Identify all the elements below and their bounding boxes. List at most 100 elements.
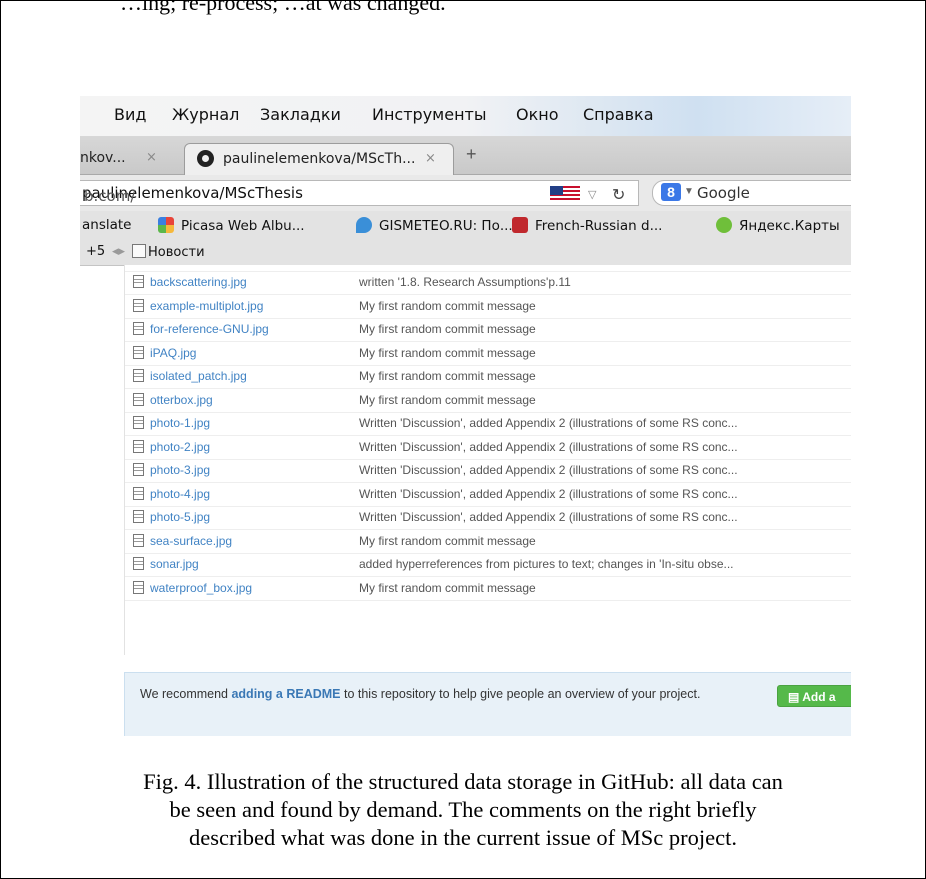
file-link[interactable]: backscattering.jpg bbox=[133, 275, 247, 289]
commit-message[interactable]: Written 'Discussion', added Appendix 2 (… bbox=[359, 440, 738, 454]
file-icon bbox=[133, 322, 144, 335]
bookmark-label: GISMETEO.RU: По... bbox=[379, 218, 513, 234]
file-name: photo-3.jpg bbox=[150, 463, 211, 477]
file-icon bbox=[133, 416, 144, 429]
menu-item-tools[interactable]: Инструменты bbox=[372, 105, 487, 124]
table-row: iPAQ.jpg My first random commit message bbox=[125, 342, 851, 366]
table-row: for-reference-GNU.jpg My first random com… bbox=[125, 318, 851, 342]
file-link[interactable]: otterbox.jpg bbox=[133, 392, 213, 407]
menu-item-help[interactable]: Справка bbox=[583, 105, 654, 124]
file-link[interactable]: isolated_patch.jpg bbox=[133, 369, 247, 383]
menu-item-view[interactable]: Вид bbox=[114, 105, 146, 124]
figure-caption: Fig. 4. Illustration of the structured d… bbox=[0, 768, 926, 852]
separator-icon: ◂▸ bbox=[112, 244, 126, 259]
menu-bar: Вид Журнал Закладки Инструменты Окно Спр… bbox=[80, 96, 851, 136]
file-icon bbox=[133, 392, 144, 406]
commit-message[interactable]: Written 'Discussion', added Appendix 2 (… bbox=[359, 416, 738, 430]
more-bookmarks[interactable]: +5 bbox=[86, 244, 105, 259]
file-link[interactable]: iPAQ.jpg bbox=[133, 345, 197, 360]
file-icon bbox=[133, 533, 144, 547]
bookmark-gismeteo[interactable]: GISMETEO.RU: По... bbox=[356, 217, 513, 234]
file-name: backscattering.jpg bbox=[150, 275, 247, 289]
file-link[interactable]: sea-surface.jpg bbox=[133, 533, 232, 548]
file-link[interactable]: photo-2.jpg bbox=[133, 439, 211, 454]
commit-message[interactable]: My first random commit message bbox=[359, 581, 536, 595]
caption-line: Fig. 4. Illustration of the structured d… bbox=[143, 769, 783, 794]
table-row-partial bbox=[125, 248, 851, 272]
file-icon bbox=[133, 275, 144, 288]
file-name: iPAQ.jpg bbox=[150, 345, 197, 360]
table-row: waterproof_box.jpg My first random commit… bbox=[125, 577, 851, 601]
book-icon bbox=[512, 217, 528, 233]
tab-label: paulinelemenkova/MScTh... bbox=[223, 151, 416, 167]
table-row: photo-4.jpg Written 'Discussion', added A… bbox=[125, 483, 851, 507]
table-row: sea-surface.jpg My first random commit me… bbox=[125, 530, 851, 554]
tab-previous[interactable]: nkov... × bbox=[80, 143, 180, 174]
table-row: photo-1.jpg Written 'Discussion', added A… bbox=[125, 412, 851, 436]
map-icon bbox=[716, 217, 732, 233]
file-link[interactable]: sonar.jpg bbox=[133, 557, 199, 571]
menu-item-bookmarks[interactable]: Закладки bbox=[260, 105, 341, 124]
file-icon bbox=[133, 369, 144, 382]
us-flag-icon[interactable] bbox=[550, 186, 580, 201]
readme-text-after: to this repository to help give people a… bbox=[340, 687, 701, 701]
commit-message[interactable]: Written 'Discussion', added Appendix 2 (… bbox=[359, 487, 738, 501]
file-link[interactable]: photo-1.jpg bbox=[133, 416, 210, 430]
file-link[interactable]: photo-3.jpg bbox=[133, 463, 210, 477]
file-name: for-reference-GNU.jpg bbox=[150, 322, 269, 336]
file-icon bbox=[133, 439, 144, 453]
github-icon bbox=[197, 150, 214, 167]
file-name: sonar.jpg bbox=[150, 557, 199, 571]
commit-message[interactable]: My first random commit message bbox=[359, 534, 536, 548]
new-tab-button[interactable]: + bbox=[466, 144, 477, 165]
url-field[interactable]: b.com/paulinelemenkova/MScThesis ▽ ↻ bbox=[80, 180, 639, 206]
add-readme-button[interactable]: ▤ Add a bbox=[777, 685, 851, 707]
commit-message[interactable]: My first random commit message bbox=[359, 393, 536, 407]
url-text: b.com/paulinelemenkova/MScThesis bbox=[82, 184, 303, 205]
tab-bar: nkov... × paulinelemenkova/MScTh... × + bbox=[80, 136, 851, 175]
bookmark-french-russian[interactable]: French-Russian d... bbox=[512, 217, 662, 234]
table-row: backscattering.jpg written '1.8. Research… bbox=[125, 271, 851, 295]
browser-screenshot: Вид Журнал Закладки Инструменты Окно Спр… bbox=[80, 96, 851, 736]
commit-message[interactable]: Written 'Discussion', added Appendix 2 (… bbox=[359, 510, 738, 524]
bookmark-picasa[interactable]: Picasa Web Albu... bbox=[158, 217, 305, 234]
commit-message[interactable]: My first random commit message bbox=[359, 299, 536, 313]
file-name: photo-5.jpg bbox=[150, 510, 211, 524]
readme-banner: We recommend adding a README to this rep… bbox=[124, 672, 851, 736]
file-link[interactable]: photo-4.jpg bbox=[133, 486, 210, 501]
table-row: example-multiplot.jpg My first random com… bbox=[125, 295, 851, 319]
file-icon bbox=[133, 463, 144, 476]
file-icon bbox=[133, 345, 144, 359]
reload-icon[interactable]: ↻ bbox=[612, 185, 625, 204]
file-name: photo-2.jpg bbox=[150, 439, 211, 454]
file-link[interactable]: for-reference-GNU.jpg bbox=[133, 322, 269, 336]
menu-item-window[interactable]: Окно bbox=[516, 105, 559, 124]
add-readme-link[interactable]: adding a README bbox=[231, 687, 340, 701]
tab-active[interactable]: paulinelemenkova/MScTh... × bbox=[184, 143, 454, 175]
google-icon[interactable]: 8 bbox=[661, 183, 681, 201]
bookmark-translate[interactable]: anslate bbox=[82, 217, 132, 233]
chevron-down-icon[interactable]: ▽ bbox=[588, 188, 596, 201]
commit-message[interactable]: written '1.8. Research Assumptions'p.11 bbox=[359, 275, 571, 289]
close-icon[interactable]: × bbox=[146, 150, 157, 165]
navigation-bar: b.com/paulinelemenkova/MScThesis ▽ ↻ 8 ▼… bbox=[80, 175, 851, 211]
table-row: otterbox.jpg My first random commit messa… bbox=[125, 389, 851, 413]
close-icon[interactable]: × bbox=[425, 151, 436, 166]
file-name: photo-1.jpg bbox=[150, 416, 211, 430]
bookmarks-bar: anslate Picasa Web Albu... GISMETEO.RU: … bbox=[80, 211, 851, 241]
file-link[interactable]: waterproof_box.jpg bbox=[133, 580, 252, 595]
bookmark-yandex-maps[interactable]: Яндекс.Карты bbox=[716, 217, 840, 234]
file-link[interactable]: example-multiplot.jpg bbox=[133, 298, 263, 313]
commit-message[interactable]: added hyperreferences from pictures to t… bbox=[359, 557, 734, 571]
file-icon bbox=[133, 510, 144, 523]
commit-message[interactable]: My first random commit message bbox=[359, 322, 536, 336]
file-link[interactable]: photo-5.jpg bbox=[133, 510, 210, 524]
commit-message[interactable]: My first random commit message bbox=[359, 369, 536, 383]
chevron-down-icon[interactable]: ▼ bbox=[684, 186, 694, 197]
menu-item-history[interactable]: Журнал bbox=[172, 105, 239, 124]
commit-message[interactable]: Written 'Discussion', added Appendix 2 (… bbox=[359, 463, 738, 477]
commit-message[interactable]: My first random commit message bbox=[359, 346, 536, 360]
file-icon bbox=[133, 298, 144, 312]
search-engine-box[interactable]: 8 ▼ Google bbox=[652, 180, 851, 206]
picasa-icon bbox=[158, 217, 174, 233]
